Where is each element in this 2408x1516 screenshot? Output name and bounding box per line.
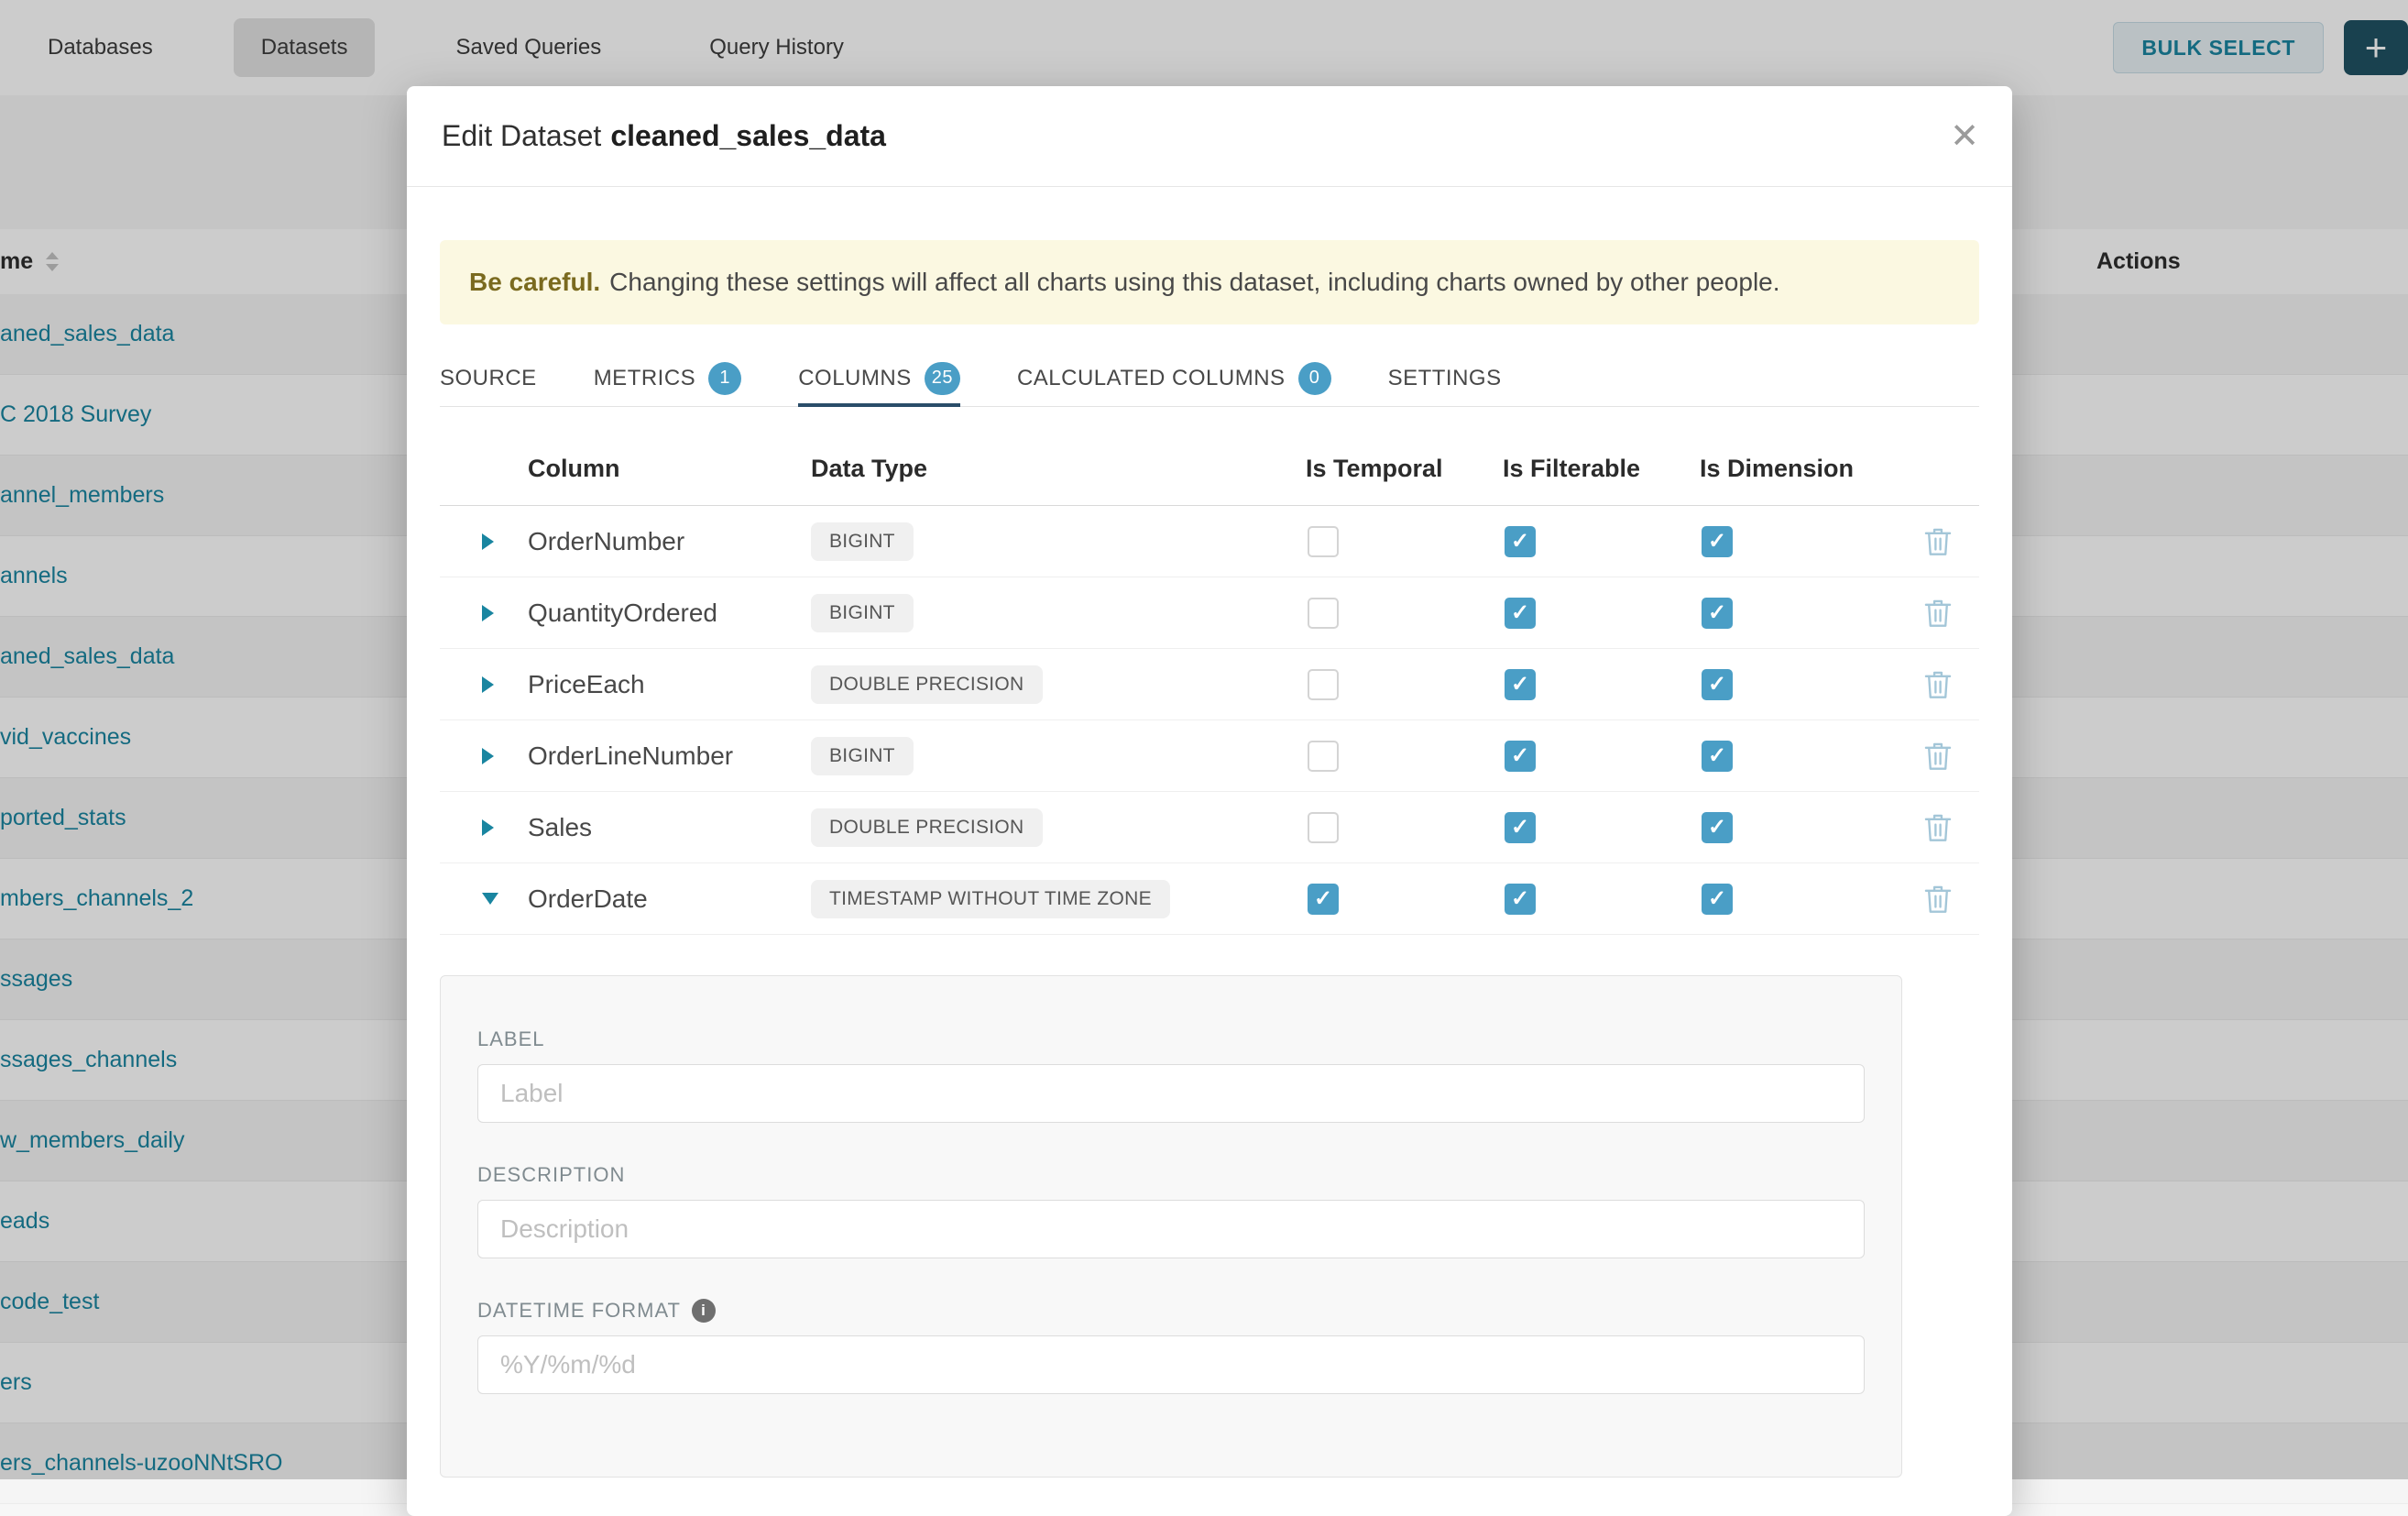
column-name: QuantityOrdered	[495, 599, 811, 628]
delete-column-button[interactable]	[1897, 669, 1979, 700]
is-temporal-checkbox[interactable]	[1308, 741, 1339, 772]
dataset-name: cleaned_sales_data	[610, 119, 886, 152]
metrics-count-badge: 1	[708, 362, 741, 395]
trash-icon	[1923, 884, 1953, 915]
delete-column-button[interactable]	[1897, 526, 1979, 557]
trash-icon	[1923, 669, 1953, 700]
warning-bold-text: Be careful.	[469, 268, 600, 297]
trash-icon	[1923, 598, 1953, 629]
is-dimension-checkbox[interactable]	[1702, 526, 1733, 557]
calculated-columns-count-badge: 0	[1298, 362, 1331, 395]
column-name: OrderLineNumber	[495, 742, 811, 771]
data-type-pill: DOUBLE PRECISION	[811, 665, 1043, 704]
data-type-pill: BIGINT	[811, 522, 914, 561]
is-temporal-checkbox[interactable]	[1308, 812, 1339, 843]
column-detail-panel: LABEL DESCRIPTION DATETIME FORMAT	[440, 975, 1902, 1478]
is-filterable-checkbox[interactable]	[1505, 812, 1536, 843]
data-type-pill: DOUBLE PRECISION	[811, 808, 1043, 847]
is-filterable-checkbox[interactable]	[1505, 526, 1536, 557]
modal-tabs: SOURCE METRICS 1 COLUMNS 25 CALCULATED C…	[440, 350, 1979, 407]
datetime-format-field-label: DATETIME FORMAT	[477, 1299, 1865, 1323]
expand-caret-icon[interactable]	[440, 676, 495, 693]
warning-text: Changing these settings will affect all …	[609, 268, 1779, 297]
delete-column-button[interactable]	[1897, 884, 1979, 915]
column-row: Sales DOUBLE PRECISION	[440, 792, 1979, 863]
delete-column-button[interactable]	[1897, 812, 1979, 843]
data-type-pill: BIGINT	[811, 737, 914, 775]
is-dimension-checkbox[interactable]	[1702, 812, 1733, 843]
data-type-header: Data Type	[811, 455, 1306, 483]
tab-source[interactable]: SOURCE	[440, 350, 537, 406]
delete-column-button[interactable]	[1897, 598, 1979, 629]
is-temporal-checkbox[interactable]	[1308, 669, 1339, 700]
is-dimension-header: Is Dimension	[1700, 455, 1897, 483]
collapse-caret-icon[interactable]	[440, 893, 495, 905]
column-row: OrderDate TIMESTAMP WITHOUT TIME ZONE	[440, 863, 1979, 935]
edit-dataset-modal: Edit Datasetcleaned_sales_data ✕ Be care…	[407, 86, 2012, 1516]
trash-icon	[1923, 741, 1953, 772]
trash-icon	[1923, 526, 1953, 557]
is-filterable-checkbox[interactable]	[1505, 598, 1536, 629]
column-name: OrderNumber	[495, 527, 811, 556]
data-type-pill: TIMESTAMP WITHOUT TIME ZONE	[811, 880, 1170, 918]
tab-columns[interactable]: COLUMNS 25	[798, 350, 960, 406]
is-temporal-checkbox[interactable]	[1308, 884, 1339, 915]
description-field-label: DESCRIPTION	[477, 1163, 1865, 1187]
expand-caret-icon[interactable]	[440, 605, 495, 621]
trash-icon	[1923, 812, 1953, 843]
is-dimension-checkbox[interactable]	[1702, 598, 1733, 629]
column-name: PriceEach	[495, 670, 811, 699]
is-filterable-checkbox[interactable]	[1505, 884, 1536, 915]
tab-calculated-columns[interactable]: CALCULATED COLUMNS 0	[1017, 350, 1331, 406]
info-icon	[692, 1299, 716, 1323]
column-name: OrderDate	[495, 884, 811, 914]
is-filterable-checkbox[interactable]	[1505, 669, 1536, 700]
column-row: PriceEach DOUBLE PRECISION	[440, 649, 1979, 720]
column-header: Column	[495, 455, 811, 483]
columns-table-header: Column Data Type Is Temporal Is Filterab…	[440, 407, 1979, 506]
expand-caret-icon[interactable]	[440, 748, 495, 764]
columns-count-badge: 25	[925, 362, 960, 395]
is-dimension-checkbox[interactable]	[1702, 741, 1733, 772]
modal-header: Edit Datasetcleaned_sales_data ✕	[407, 86, 2012, 187]
is-temporal-checkbox[interactable]	[1308, 598, 1339, 629]
datetime-format-input[interactable]	[477, 1335, 1865, 1394]
warning-banner: Be careful. Changing these settings will…	[440, 240, 1979, 324]
data-type-pill: BIGINT	[811, 594, 914, 632]
close-icon[interactable]: ✕	[1944, 114, 1985, 159]
tab-settings[interactable]: SETTINGS	[1388, 350, 1502, 406]
is-temporal-checkbox[interactable]	[1308, 526, 1339, 557]
expand-caret-icon[interactable]	[440, 533, 495, 550]
expand-caret-icon[interactable]	[440, 819, 495, 836]
label-input[interactable]	[477, 1064, 1865, 1123]
is-dimension-checkbox[interactable]	[1702, 884, 1733, 915]
tab-metrics[interactable]: METRICS 1	[594, 350, 742, 406]
is-filterable-header: Is Filterable	[1503, 455, 1700, 483]
is-filterable-checkbox[interactable]	[1505, 741, 1536, 772]
modal-title: Edit Datasetcleaned_sales_data	[442, 119, 886, 153]
is-dimension-checkbox[interactable]	[1702, 669, 1733, 700]
column-row: OrderNumber BIGINT	[440, 506, 1979, 577]
column-row: QuantityOrdered BIGINT	[440, 577, 1979, 649]
description-input[interactable]	[477, 1200, 1865, 1258]
column-row: OrderLineNumber BIGINT	[440, 720, 1979, 792]
is-temporal-header: Is Temporal	[1306, 455, 1503, 483]
column-name: Sales	[495, 813, 811, 842]
label-field-label: LABEL	[477, 1027, 1865, 1051]
delete-column-button[interactable]	[1897, 741, 1979, 772]
modal-body: Be careful. Changing these settings will…	[407, 240, 2012, 1478]
